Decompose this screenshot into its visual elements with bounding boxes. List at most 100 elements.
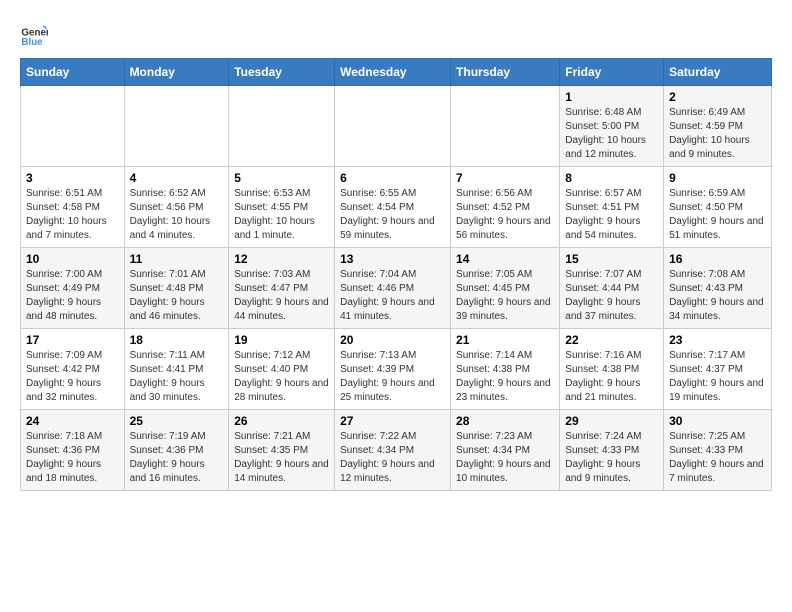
day-number: 20	[340, 333, 445, 347]
calendar-cell: 1Sunrise: 6:48 AM Sunset: 5:00 PM Daylig…	[560, 86, 664, 167]
weekday-header: Thursday	[451, 59, 560, 86]
day-number: 18	[130, 333, 224, 347]
calendar-cell: 8 Sunrise: 6:57 AM Sunset: 4:51 PM Daylig…	[560, 167, 664, 248]
day-number: 25	[130, 414, 224, 428]
day-info: Sunrise: 6:52 AM Sunset: 4:56 PM Dayligh…	[130, 187, 224, 243]
day-info: Sunrise: 7:00 AM Sunset: 4:49 PM Dayligh…	[26, 268, 119, 324]
day-info: Sunrise: 6:49 AM Sunset: 4:59 PM Dayligh…	[669, 106, 766, 162]
calendar-cell: 28 Sunrise: 7:23 AM Sunset: 4:34 PM Dayli…	[451, 410, 560, 491]
weekday-header: Sunday	[21, 59, 125, 86]
day-info: Sunrise: 7:21 AM Sunset: 4:35 PM Dayligh…	[234, 430, 329, 486]
day-info: Sunrise: 7:14 AM Sunset: 4:38 PM Dayligh…	[456, 349, 554, 405]
calendar-cell: 14 Sunrise: 7:05 AM Sunset: 4:45 PM Dayli…	[451, 248, 560, 329]
day-info: Sunrise: 7:11 AM Sunset: 4:41 PM Dayligh…	[130, 349, 224, 405]
calendar-cell: 10 Sunrise: 7:00 AM Sunset: 4:49 PM Dayli…	[21, 248, 125, 329]
day-info: Sunrise: 7:12 AM Sunset: 4:40 PM Dayligh…	[234, 349, 329, 405]
day-number: 8	[565, 171, 658, 185]
calendar-cell: 12 Sunrise: 7:03 AM Sunset: 4:47 PM Dayli…	[229, 248, 335, 329]
calendar-week-row: 1Sunrise: 6:48 AM Sunset: 5:00 PM Daylig…	[21, 86, 772, 167]
day-number: 28	[456, 414, 554, 428]
calendar-cell: 7 Sunrise: 6:56 AM Sunset: 4:52 PM Daylig…	[451, 167, 560, 248]
calendar-table: SundayMondayTuesdayWednesdayThursdayFrid…	[20, 58, 772, 491]
day-number: 29	[565, 414, 658, 428]
day-number: 4	[130, 171, 224, 185]
day-number: 16	[669, 252, 766, 266]
calendar-cell: 3 Sunrise: 6:51 AM Sunset: 4:58 PM Daylig…	[21, 167, 125, 248]
day-info: Sunrise: 7:17 AM Sunset: 4:37 PM Dayligh…	[669, 349, 766, 405]
calendar-cell: 18 Sunrise: 7:11 AM Sunset: 4:41 PM Dayli…	[124, 329, 229, 410]
day-info: Sunrise: 7:22 AM Sunset: 4:34 PM Dayligh…	[340, 430, 445, 486]
day-info: Sunrise: 7:09 AM Sunset: 4:42 PM Dayligh…	[26, 349, 119, 405]
calendar-cell: 16 Sunrise: 7:08 AM Sunset: 4:43 PM Dayli…	[664, 248, 772, 329]
calendar-cell: 26 Sunrise: 7:21 AM Sunset: 4:35 PM Dayli…	[229, 410, 335, 491]
calendar-cell	[335, 86, 451, 167]
day-info: Sunrise: 7:24 AM Sunset: 4:33 PM Dayligh…	[565, 430, 658, 486]
day-info: Sunrise: 7:18 AM Sunset: 4:36 PM Dayligh…	[26, 430, 119, 486]
day-info: Sunrise: 7:13 AM Sunset: 4:39 PM Dayligh…	[340, 349, 445, 405]
day-number: 10	[26, 252, 119, 266]
day-info: Sunrise: 7:19 AM Sunset: 4:36 PM Dayligh…	[130, 430, 224, 486]
calendar-header: SundayMondayTuesdayWednesdayThursdayFrid…	[21, 59, 772, 86]
calendar-cell: 23Sunrise: 7:17 AM Sunset: 4:37 PM Dayli…	[664, 329, 772, 410]
calendar-cell	[124, 86, 229, 167]
calendar-cell: 30 Sunrise: 7:25 AM Sunset: 4:33 PM Dayli…	[664, 410, 772, 491]
day-number: 1	[565, 90, 658, 104]
calendar-week-row: 17Sunrise: 7:09 AM Sunset: 4:42 PM Dayli…	[21, 329, 772, 410]
header: General Blue	[20, 20, 772, 48]
day-info: Sunrise: 6:55 AM Sunset: 4:54 PM Dayligh…	[340, 187, 445, 243]
day-info: Sunrise: 7:07 AM Sunset: 4:44 PM Dayligh…	[565, 268, 658, 324]
day-number: 30	[669, 414, 766, 428]
calendar-week-row: 24 Sunrise: 7:18 AM Sunset: 4:36 PM Dayli…	[21, 410, 772, 491]
day-number: 3	[26, 171, 119, 185]
day-info: Sunrise: 6:57 AM Sunset: 4:51 PM Dayligh…	[565, 187, 658, 243]
day-info: Sunrise: 6:51 AM Sunset: 4:58 PM Dayligh…	[26, 187, 119, 243]
calendar-cell: 29 Sunrise: 7:24 AM Sunset: 4:33 PM Dayli…	[560, 410, 664, 491]
calendar-cell: 20 Sunrise: 7:13 AM Sunset: 4:39 PM Dayli…	[335, 329, 451, 410]
header-row: SundayMondayTuesdayWednesdayThursdayFrid…	[21, 59, 772, 86]
day-number: 24	[26, 414, 119, 428]
weekday-header: Friday	[560, 59, 664, 86]
calendar-cell: 11 Sunrise: 7:01 AM Sunset: 4:48 PM Dayli…	[124, 248, 229, 329]
day-number: 12	[234, 252, 329, 266]
day-info: Sunrise: 7:16 AM Sunset: 4:38 PM Dayligh…	[565, 349, 658, 405]
calendar-cell: 6 Sunrise: 6:55 AM Sunset: 4:54 PM Daylig…	[335, 167, 451, 248]
day-number: 14	[456, 252, 554, 266]
day-number: 6	[340, 171, 445, 185]
calendar-cell: 19 Sunrise: 7:12 AM Sunset: 4:40 PM Dayli…	[229, 329, 335, 410]
day-number: 22	[565, 333, 658, 347]
day-number: 7	[456, 171, 554, 185]
day-info: Sunrise: 6:53 AM Sunset: 4:55 PM Dayligh…	[234, 187, 329, 243]
logo-icon: General Blue	[20, 20, 48, 48]
calendar-cell: 27Sunrise: 7:22 AM Sunset: 4:34 PM Dayli…	[335, 410, 451, 491]
calendar-week-row: 3 Sunrise: 6:51 AM Sunset: 4:58 PM Daylig…	[21, 167, 772, 248]
day-info: Sunrise: 7:23 AM Sunset: 4:34 PM Dayligh…	[456, 430, 554, 486]
calendar-cell: 9Sunrise: 6:59 AM Sunset: 4:50 PM Daylig…	[664, 167, 772, 248]
calendar-cell: 15 Sunrise: 7:07 AM Sunset: 4:44 PM Dayli…	[560, 248, 664, 329]
logo: General Blue	[20, 20, 52, 48]
day-info: Sunrise: 7:08 AM Sunset: 4:43 PM Dayligh…	[669, 268, 766, 324]
calendar-cell: 24 Sunrise: 7:18 AM Sunset: 4:36 PM Dayli…	[21, 410, 125, 491]
day-number: 26	[234, 414, 329, 428]
calendar-cell: 4 Sunrise: 6:52 AM Sunset: 4:56 PM Daylig…	[124, 167, 229, 248]
day-info: Sunrise: 7:03 AM Sunset: 4:47 PM Dayligh…	[234, 268, 329, 324]
day-info: Sunrise: 6:56 AM Sunset: 4:52 PM Dayligh…	[456, 187, 554, 243]
day-number: 11	[130, 252, 224, 266]
weekday-header: Saturday	[664, 59, 772, 86]
calendar-cell: 5 Sunrise: 6:53 AM Sunset: 4:55 PM Daylig…	[229, 167, 335, 248]
day-info: Sunrise: 7:25 AM Sunset: 4:33 PM Dayligh…	[669, 430, 766, 486]
calendar-cell: 21Sunrise: 7:14 AM Sunset: 4:38 PM Dayli…	[451, 329, 560, 410]
weekday-header: Wednesday	[335, 59, 451, 86]
day-info: Sunrise: 7:01 AM Sunset: 4:48 PM Dayligh…	[130, 268, 224, 324]
day-number: 19	[234, 333, 329, 347]
weekday-header: Tuesday	[229, 59, 335, 86]
day-info: Sunrise: 7:05 AM Sunset: 4:45 PM Dayligh…	[456, 268, 554, 324]
weekday-header: Monday	[124, 59, 229, 86]
calendar-body: 1Sunrise: 6:48 AM Sunset: 5:00 PM Daylig…	[21, 86, 772, 491]
calendar-cell	[21, 86, 125, 167]
day-number: 15	[565, 252, 658, 266]
calendar-cell: 2Sunrise: 6:49 AM Sunset: 4:59 PM Daylig…	[664, 86, 772, 167]
day-number: 5	[234, 171, 329, 185]
calendar-cell: 13Sunrise: 7:04 AM Sunset: 4:46 PM Dayli…	[335, 248, 451, 329]
svg-text:Blue: Blue	[21, 37, 43, 48]
calendar-cell: 17Sunrise: 7:09 AM Sunset: 4:42 PM Dayli…	[21, 329, 125, 410]
